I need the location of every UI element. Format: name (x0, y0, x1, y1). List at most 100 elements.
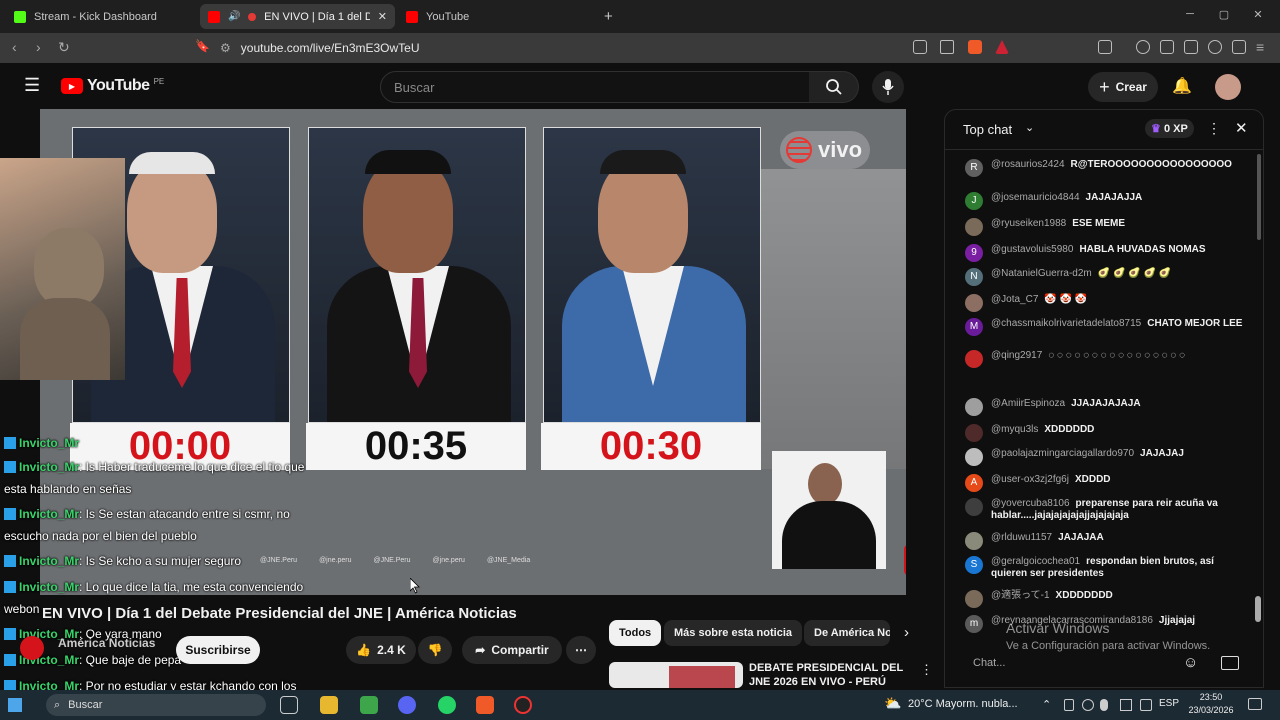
chat-message[interactable]: 9 @gustavoluis5980 HABLA HUVADAS NOMAS (965, 244, 1245, 262)
speaker-tray-icon[interactable] (1120, 699, 1132, 711)
share-icon[interactable] (940, 40, 954, 54)
chat-author-avatar[interactable]: R (965, 159, 983, 177)
obs-icon[interactable] (514, 696, 532, 714)
system-tray-chevron-icon[interactable]: ⌃ (1042, 698, 1051, 711)
task-view-icon[interactable] (280, 696, 298, 714)
chat-message[interactable]: @qing2917 ◌ ◌ ◌ ◌ ◌ ◌ ◌ ◌ ◌ ◌ ◌ ◌ ◌ ◌ ◌ ◌ (965, 350, 1245, 368)
youtube-logo[interactable]: ▶ YouTube PE (61, 77, 164, 95)
chat-author-avatar[interactable] (965, 532, 983, 550)
kebab-menu-icon[interactable]: ⋮ (920, 662, 933, 678)
chat-scroll-thumb[interactable] (1255, 596, 1261, 622)
chat-message[interactable]: @適張って-1 XDDDDDDD (965, 590, 1245, 608)
chat-author-avatar[interactable] (965, 218, 983, 236)
chat-author-avatar[interactable] (965, 350, 983, 368)
tray-app-icon[interactable] (1064, 699, 1074, 711)
tab-kick-dashboard[interactable]: Stream - Kick Dashboard (6, 4, 196, 29)
channel-avatar[interactable] (20, 636, 44, 660)
speaker-icon[interactable]: 🔊 (228, 11, 240, 22)
chat-message[interactable]: @myqu3ls XDDDDDD (965, 424, 1245, 442)
chevron-right-icon[interactable]: › (904, 624, 909, 641)
windows-start-icon[interactable] (8, 698, 22, 712)
share-button[interactable]: ➦ Compartir (462, 636, 562, 664)
site-info-icon[interactable]: ⚙ (220, 41, 231, 55)
close-window-icon[interactable]: ✕ (1248, 8, 1268, 21)
chat-author-avatar[interactable]: J (965, 192, 983, 210)
whatsapp-icon[interactable] (438, 696, 456, 714)
chat-author-avatar[interactable]: m (965, 615, 983, 633)
chat-author-avatar[interactable] (965, 294, 983, 312)
chat-author-name[interactable]: @josemauricio4844 (991, 192, 1080, 203)
menu-icon[interactable]: ≡ (1256, 39, 1264, 55)
chat-message[interactable]: @ryuseiken1988 ESE MEME (965, 218, 1245, 236)
reload-icon[interactable]: ↻ (58, 39, 70, 56)
chat-message[interactable]: M @chassmaikolrivarietadelato8715 CHATO ME… (965, 318, 1245, 336)
chat-message[interactable]: @rlduwu1157 JAJAJAA (965, 532, 1245, 550)
discord-icon[interactable] (398, 696, 416, 714)
chat-author-avatar[interactable]: N (965, 268, 983, 286)
xp-badge[interactable]: ♛ 0 XP (1145, 119, 1194, 138)
new-tab-button[interactable]: + (596, 4, 621, 29)
chat-message[interactable]: @Jota_C7 🤡 🤡 🤡 (965, 294, 1245, 312)
minecraft-icon[interactable] (360, 696, 378, 714)
chat-message[interactable]: @yovercuba8106 preparense para reir acuña… (965, 498, 1245, 522)
chip-from-america[interactable]: De América No (804, 620, 890, 646)
brave-shields-icon[interactable] (968, 40, 982, 54)
music-icon[interactable] (1136, 40, 1150, 54)
clock[interactable]: 23:50 23/03/2026 (1186, 691, 1236, 717)
mic-tray-icon[interactable] (1100, 699, 1108, 711)
dislike-button[interactable]: 👎 (418, 636, 452, 664)
chat-author-name[interactable]: @Jota_C7 (991, 294, 1038, 305)
chat-message[interactable]: @AmiirEspinoza JJAJAJAJAJA (965, 398, 1245, 416)
chat-mode-select[interactable]: Top chat (963, 122, 1012, 137)
hamburger-menu-icon[interactable]: ☰ (24, 75, 40, 96)
vpn-icon[interactable] (1232, 40, 1246, 54)
notifications-bell-icon[interactable]: 🔔 (1172, 76, 1192, 96)
extensions-icon[interactable] (1208, 40, 1222, 54)
chat-author-name[interactable]: @chassmaikolrivarietadelato8715 (991, 318, 1141, 329)
maximize-icon[interactable]: ▢ (1214, 8, 1234, 21)
close-chat-icon[interactable]: ✕ (1235, 119, 1248, 137)
chat-message[interactable]: R @rosaurios2424 R@TEROOOOOOOOOOOOOOOO (965, 159, 1245, 177)
back-icon[interactable]: ‹ (12, 39, 17, 55)
weather-text[interactable]: 20°C Mayorm. nubla... (908, 698, 1018, 710)
chat-message[interactable]: N @NatanielGuerra-d2m 🥑 🥑 🥑 🥑 🥑 (965, 268, 1245, 286)
cast-icon[interactable] (913, 40, 927, 54)
chat-author-avatar[interactable]: A (965, 474, 983, 492)
chat-author-name[interactable]: @ryuseiken1988 (991, 218, 1066, 229)
subscribe-button[interactable]: Suscribirse (176, 636, 260, 664)
bookmark-icon[interactable]: 🔖 (195, 39, 210, 53)
chat-author-avatar[interactable] (965, 590, 983, 608)
chat-author-name[interactable]: @NatanielGuerra-d2m (991, 268, 1092, 279)
chat-more-icon[interactable]: ⋮ (1207, 120, 1221, 137)
close-tab-icon[interactable]: ✕ (378, 10, 387, 23)
chat-author-name[interactable]: @qing2917 (991, 350, 1042, 361)
file-explorer-icon[interactable] (320, 696, 338, 714)
chat-author-name[interactable]: @user-ox3zj2fg6j (991, 474, 1069, 485)
chat-message[interactable]: A @user-ox3zj2fg6j XDDDD (965, 474, 1245, 492)
search-input[interactable]: Buscar (380, 71, 810, 103)
chevron-down-icon[interactable]: ⌄ (1025, 121, 1034, 134)
chat-author-name[interactable]: @paolajazmingarciagallardo970 (991, 448, 1134, 459)
chat-message[interactable]: S @geralgoicochea01 respondan bien brutos,… (965, 556, 1245, 580)
chat-author-name[interactable]: @適張って-1 (991, 590, 1050, 601)
channel-name[interactable]: América Noticias (58, 636, 155, 650)
chat-author-avatar[interactable]: M (965, 318, 983, 336)
tab-youtube[interactable]: YouTube (398, 4, 588, 29)
network-icon[interactable] (1082, 699, 1094, 711)
chat-author-name[interactable]: @rlduwu1157 (991, 532, 1052, 543)
avatar[interactable] (1215, 74, 1241, 100)
chip-more-news[interactable]: Más sobre esta noticia (664, 620, 802, 646)
super-chat-icon[interactable] (1221, 656, 1239, 670)
chat-author-name[interactable]: @yovercuba8106 (991, 498, 1070, 509)
language-indicator[interactable]: ESP (1159, 698, 1179, 709)
create-button[interactable]: + Crear (1088, 72, 1158, 102)
notification-center-icon[interactable] (1248, 698, 1262, 710)
sidebar-icon[interactable] (1098, 40, 1112, 54)
brave-icon[interactable] (476, 696, 494, 714)
chat-author-name[interactable]: @rosaurios2424 (991, 159, 1065, 170)
wifi-icon[interactable] (1140, 699, 1152, 711)
chat-author-name[interactable]: @myqu3ls (991, 424, 1038, 435)
tab-youtube-live[interactable]: 🔊 EN VIVO | Día 1 del Debat ✕ (200, 4, 395, 29)
more-actions-button[interactable]: ⋯ (566, 636, 596, 664)
chat-author-name[interactable]: @gustavoluis5980 (991, 244, 1073, 255)
